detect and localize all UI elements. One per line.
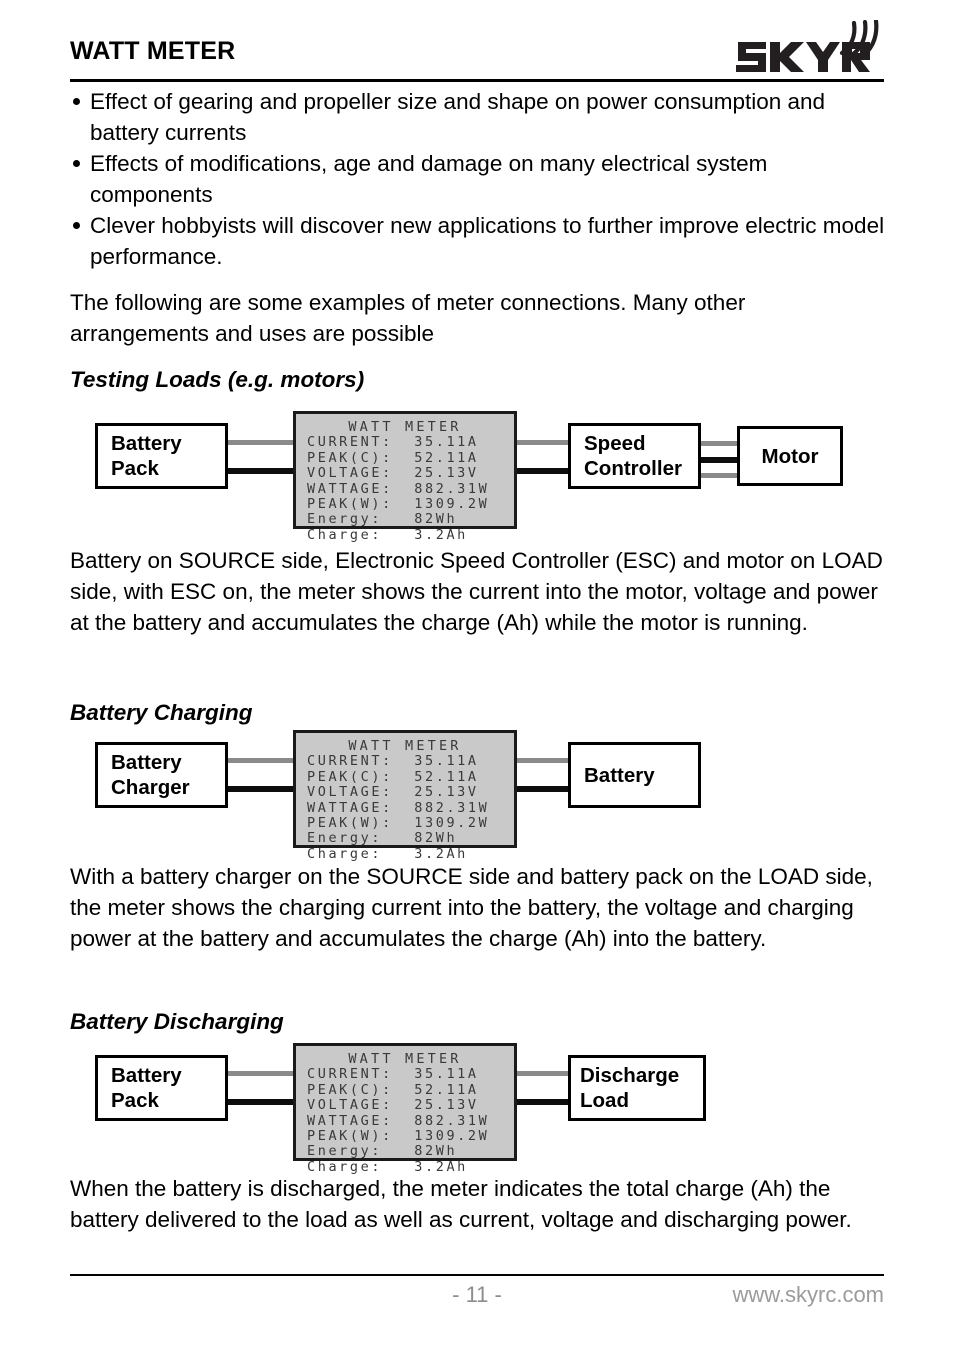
footer-url: www.skyrc.com bbox=[732, 1282, 884, 1307]
lcd-row-peak-w: PEAK(W): 1309.2W bbox=[307, 496, 490, 513]
wire-load-positive bbox=[514, 440, 570, 445]
lcd-row-peak-w: PEAK(W): 1309.2W bbox=[307, 1128, 490, 1145]
lcd-display-1: WATT METER CURRENT: 35.11A PEAK(C): 52.1… bbox=[293, 411, 517, 543]
bullet-text: Effect of gearing and propeller size and… bbox=[90, 89, 826, 145]
lcd-title: WATT METER bbox=[348, 738, 462, 754]
lcd-row-voltage: VOLTAGE: 25.13V bbox=[307, 465, 479, 482]
lcd-display-3: WATT METER CURRENT: 35.11A PEAK(C): 52.1… bbox=[293, 1043, 517, 1175]
lcd-row-energy: Energy: 82Wh bbox=[307, 511, 458, 528]
lcd-display-2: WATT METER CURRENT: 35.11A PEAK(C): 52.1… bbox=[293, 730, 517, 862]
lcd-row-current: CURRENT: 35.11A bbox=[307, 753, 479, 770]
node-battery-pack: Battery Pack bbox=[95, 423, 228, 489]
lcd-row-energy: Energy: 82Wh bbox=[307, 830, 458, 847]
wire-load-negative bbox=[514, 786, 570, 792]
list-item: Effect of gearing and propeller size and… bbox=[70, 86, 892, 148]
node-speed-controller: Speed Controller bbox=[568, 423, 701, 489]
bullet-dot-icon bbox=[73, 222, 80, 229]
section-heading-testing-loads: Testing Loads (e.g. motors) bbox=[70, 367, 365, 392]
bullet-dot-icon bbox=[73, 160, 80, 167]
footer-divider bbox=[70, 1274, 884, 1276]
intro-bullets-block: Effect of gearing and propeller size and… bbox=[70, 86, 892, 272]
node-discharge-load: Discharge Load bbox=[568, 1055, 706, 1121]
node-label-line2: Charger bbox=[111, 776, 190, 799]
bullet-dot-icon bbox=[73, 98, 80, 105]
node-label-line2: Pack bbox=[111, 457, 159, 480]
node-battery-charger: Battery Charger bbox=[95, 742, 228, 808]
node-battery-pack: Battery Pack bbox=[95, 1055, 228, 1121]
node-label-line1: Motor bbox=[761, 444, 819, 468]
skyrc-wordmark bbox=[736, 42, 870, 72]
lcd-row-voltage: VOLTAGE: 25.13V bbox=[307, 1097, 479, 1114]
paragraph-battery-discharging: When the battery is discharged, the mete… bbox=[70, 1176, 852, 1232]
wire-load-positive bbox=[514, 758, 570, 763]
lcd-row-peak-c: PEAK(C): 52.11A bbox=[307, 1081, 479, 1098]
wire-source-positive bbox=[226, 440, 296, 445]
wire-source-negative bbox=[226, 1099, 296, 1105]
wire-source-negative bbox=[226, 468, 296, 474]
lcd-row-voltage: VOLTAGE: 25.13V bbox=[307, 784, 479, 801]
lcd-row-peak-w: PEAK(W): 1309.2W bbox=[307, 815, 490, 832]
lcd-row-wattage: WATTAGE: 882.31W bbox=[307, 1112, 490, 1129]
paragraph-testing-loads: Battery on SOURCE side, Electronic Speed… bbox=[70, 548, 883, 635]
lcd-row-charge: Charge: 3.2Ah bbox=[307, 526, 468, 543]
bullet-list: Effect of gearing and propeller size and… bbox=[70, 86, 892, 272]
node-label-line1: Battery bbox=[111, 1064, 182, 1087]
lcd-title: WATT METER bbox=[348, 1051, 462, 1067]
header-divider bbox=[70, 79, 884, 82]
node-label-line1: Speed bbox=[584, 432, 646, 455]
page-header: WATT METER bbox=[70, 18, 884, 82]
node-motor: Motor bbox=[737, 426, 843, 486]
skyrc-logo bbox=[734, 18, 884, 80]
wire-load-negative bbox=[514, 468, 570, 474]
wire-source-negative bbox=[226, 786, 296, 792]
lcd-row-energy: Energy: 82Wh bbox=[307, 1143, 458, 1160]
wire-esc-motor-2 bbox=[698, 457, 740, 463]
lcd-row-charge: Charge: 3.2Ah bbox=[307, 845, 468, 862]
lcd-title: WATT METER bbox=[348, 419, 462, 435]
wire-esc-motor-3 bbox=[698, 473, 740, 478]
list-item: Clever hobbyists will discover new appli… bbox=[70, 210, 892, 272]
node-label-line2: Pack bbox=[111, 1089, 159, 1112]
wire-source-positive bbox=[226, 758, 296, 763]
wire-load-positive bbox=[514, 1071, 570, 1076]
paragraph-battery-charging: With a battery charger on the SOURCE sid… bbox=[70, 864, 873, 951]
wire-esc-motor-1 bbox=[698, 441, 740, 446]
page-title: WATT METER bbox=[70, 37, 236, 65]
node-label-line1: Discharge bbox=[580, 1064, 680, 1087]
lcd-row-wattage: WATTAGE: 882.31W bbox=[307, 480, 490, 497]
bullet-text: Effects of modifications, age and damage… bbox=[90, 151, 768, 207]
section-heading-battery-discharging: Battery Discharging bbox=[70, 1009, 284, 1034]
node-label-line1: Battery bbox=[111, 432, 182, 455]
node-label-line1: Battery bbox=[584, 763, 655, 787]
lcd-row-current: CURRENT: 35.11A bbox=[307, 1066, 479, 1083]
lcd-row-wattage: WATTAGE: 882.31W bbox=[307, 799, 490, 816]
wire-source-positive bbox=[226, 1071, 296, 1076]
lcd-row-peak-c: PEAK(C): 52.11A bbox=[307, 449, 479, 466]
list-item: Effects of modifications, age and damage… bbox=[70, 148, 892, 210]
intro-paragraph: The following are some examples of meter… bbox=[70, 290, 746, 346]
bullet-text: Clever hobbyists will discover new appli… bbox=[90, 213, 885, 269]
document-page: WATT METER Effect of gearing and propell… bbox=[0, 0, 954, 1345]
node-battery: Battery bbox=[568, 742, 701, 808]
node-label-line1: Battery bbox=[111, 751, 182, 774]
page-footer: - 11 - www.skyrc.com bbox=[70, 1280, 884, 1320]
lcd-row-current: CURRENT: 35.11A bbox=[307, 434, 479, 451]
section-heading-battery-charging: Battery Charging bbox=[70, 700, 253, 725]
node-label-line2: Controller bbox=[584, 457, 682, 480]
node-label-line2: Load bbox=[580, 1089, 629, 1112]
lcd-row-peak-c: PEAK(C): 52.11A bbox=[307, 768, 479, 785]
wire-load-negative bbox=[514, 1099, 570, 1105]
